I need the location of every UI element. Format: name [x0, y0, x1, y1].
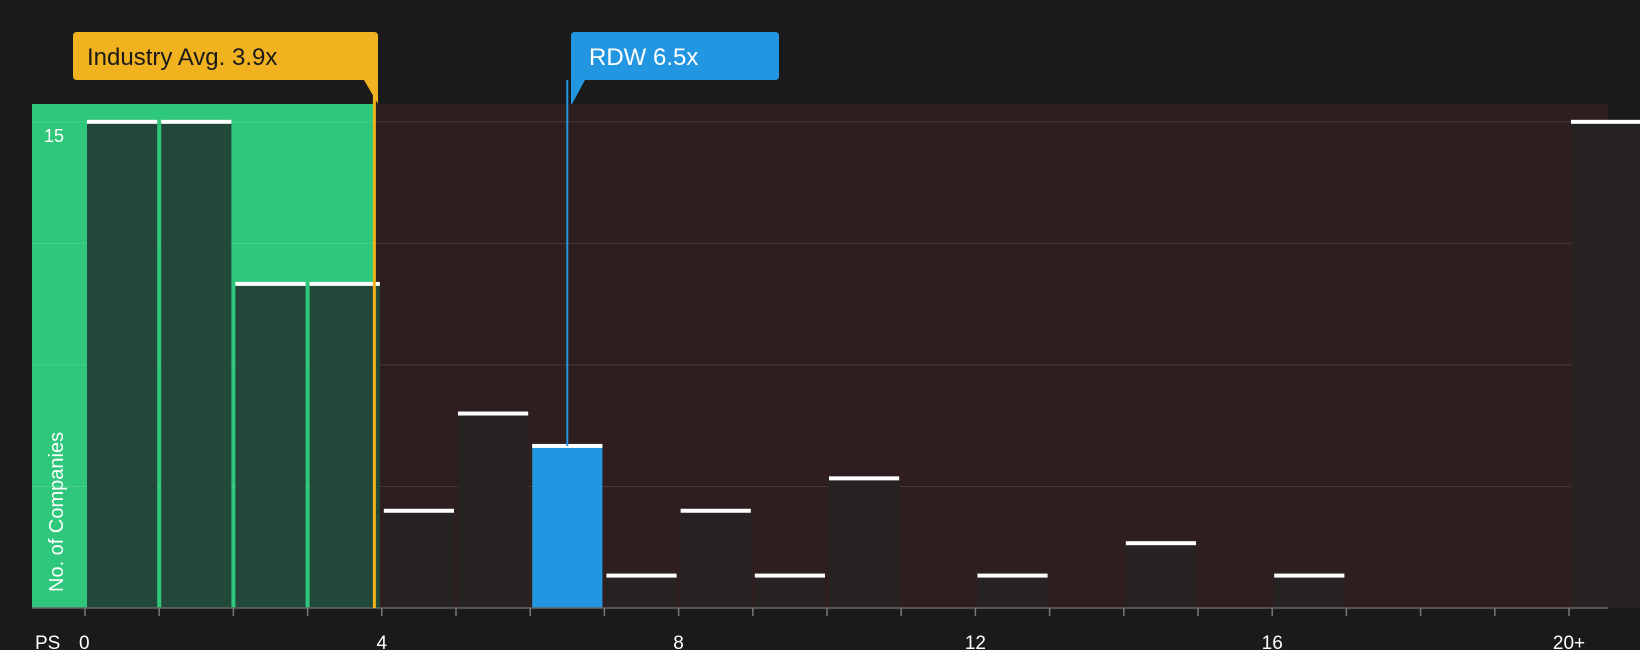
histogram-bar	[1571, 121, 1640, 609]
x-tick-label: 12	[965, 633, 986, 650]
histogram-bar	[754, 575, 825, 608]
histogram-bar-cap	[606, 573, 677, 578]
x-tick-label: 0	[79, 633, 90, 650]
histogram-bar-cap	[1571, 119, 1640, 124]
histogram-bar-cap	[87, 119, 158, 124]
histogram-bar	[309, 283, 380, 608]
company-label: RDW 6.5x	[589, 44, 698, 71]
histogram-bar-cap	[1125, 541, 1196, 546]
x-tick-label: 4	[377, 633, 388, 650]
histogram-bar-cap	[309, 281, 380, 286]
histogram-bar	[532, 445, 603, 608]
histogram-bar	[1125, 543, 1196, 608]
x-tick-label: 16	[1262, 633, 1283, 650]
histogram-bar	[977, 575, 1048, 608]
industry-average-label: Industry Avg. 3.9x	[87, 44, 277, 71]
histogram-bar	[161, 121, 232, 609]
x-tick-label: 20+	[1553, 633, 1585, 650]
x-tick-label: 8	[673, 633, 684, 650]
histogram-bar	[829, 478, 900, 608]
histogram-bar	[680, 510, 751, 608]
histogram-bar-cap	[680, 508, 751, 513]
y-tick-label: 15	[44, 126, 64, 146]
histogram-bar	[235, 283, 306, 608]
histogram-bar	[606, 575, 677, 608]
x-axis-label: PS	[35, 633, 60, 650]
histogram-bar-cap	[458, 411, 529, 416]
histogram-bar-cap	[235, 281, 306, 286]
histogram-bar-cap	[1274, 573, 1345, 578]
histogram-bar	[1274, 575, 1345, 608]
histogram-bar-cap	[977, 573, 1048, 578]
histogram-bar-cap	[161, 119, 232, 124]
y-axis-label: No. of Companies	[46, 432, 68, 592]
histogram-bar	[87, 121, 158, 609]
histogram-bar-cap	[383, 508, 454, 513]
histogram-bar-cap	[829, 476, 900, 481]
histogram-bar-cap	[754, 573, 825, 578]
ps-distribution-chart: 15 PS 0 4 8 12 16 20+ Industry Avg. 3.9x RDW 6.5…	[0, 0, 1640, 650]
histogram-bar	[458, 413, 529, 608]
histogram-bar	[383, 510, 454, 608]
